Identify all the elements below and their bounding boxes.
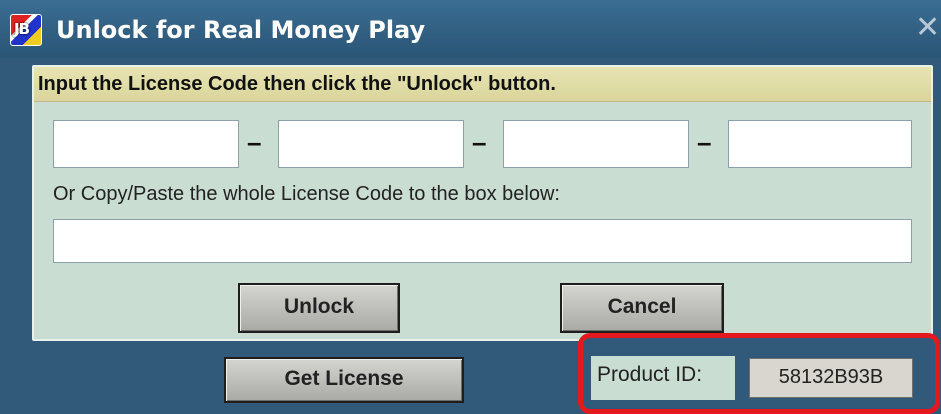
paste-label: Or Copy/Paste the whole License Code to …: [53, 183, 560, 205]
code-separator: –: [697, 127, 712, 157]
license-code-field-3[interactable]: [503, 120, 689, 168]
code-separator: –: [472, 127, 487, 157]
window-title: Unlock for Real Money Play: [56, 16, 426, 44]
product-id-value: 58132B93B: [749, 358, 913, 398]
get-license-button[interactable]: Get License: [224, 357, 464, 403]
instruction-bar: Input the License Code then click the "U…: [34, 67, 931, 102]
paste-license-field[interactable]: [53, 219, 912, 263]
license-code-field-2[interactable]: [278, 120, 464, 168]
license-panel: Input the License Code then click the "U…: [32, 65, 933, 341]
product-id-label: Product ID:: [597, 363, 703, 386]
license-code-field-4[interactable]: [728, 120, 912, 168]
license-code-field-1[interactable]: [53, 120, 239, 168]
cancel-button[interactable]: Cancel: [560, 283, 724, 333]
product-id-highlight: Product ID: 58132B93B: [578, 333, 940, 414]
instruction-text: Input the License Code then click the "U…: [38, 73, 556, 95]
unlock-button[interactable]: Unlock: [238, 283, 400, 333]
unlock-dialog: JB Unlock for Real Money Play ✕ Input th…: [0, 0, 941, 414]
close-icon[interactable]: ✕: [915, 12, 941, 44]
title-bar[interactable]: JB Unlock for Real Money Play ✕: [0, 0, 941, 58]
app-logo-icon: JB: [10, 14, 42, 46]
code-separator: –: [247, 127, 262, 157]
